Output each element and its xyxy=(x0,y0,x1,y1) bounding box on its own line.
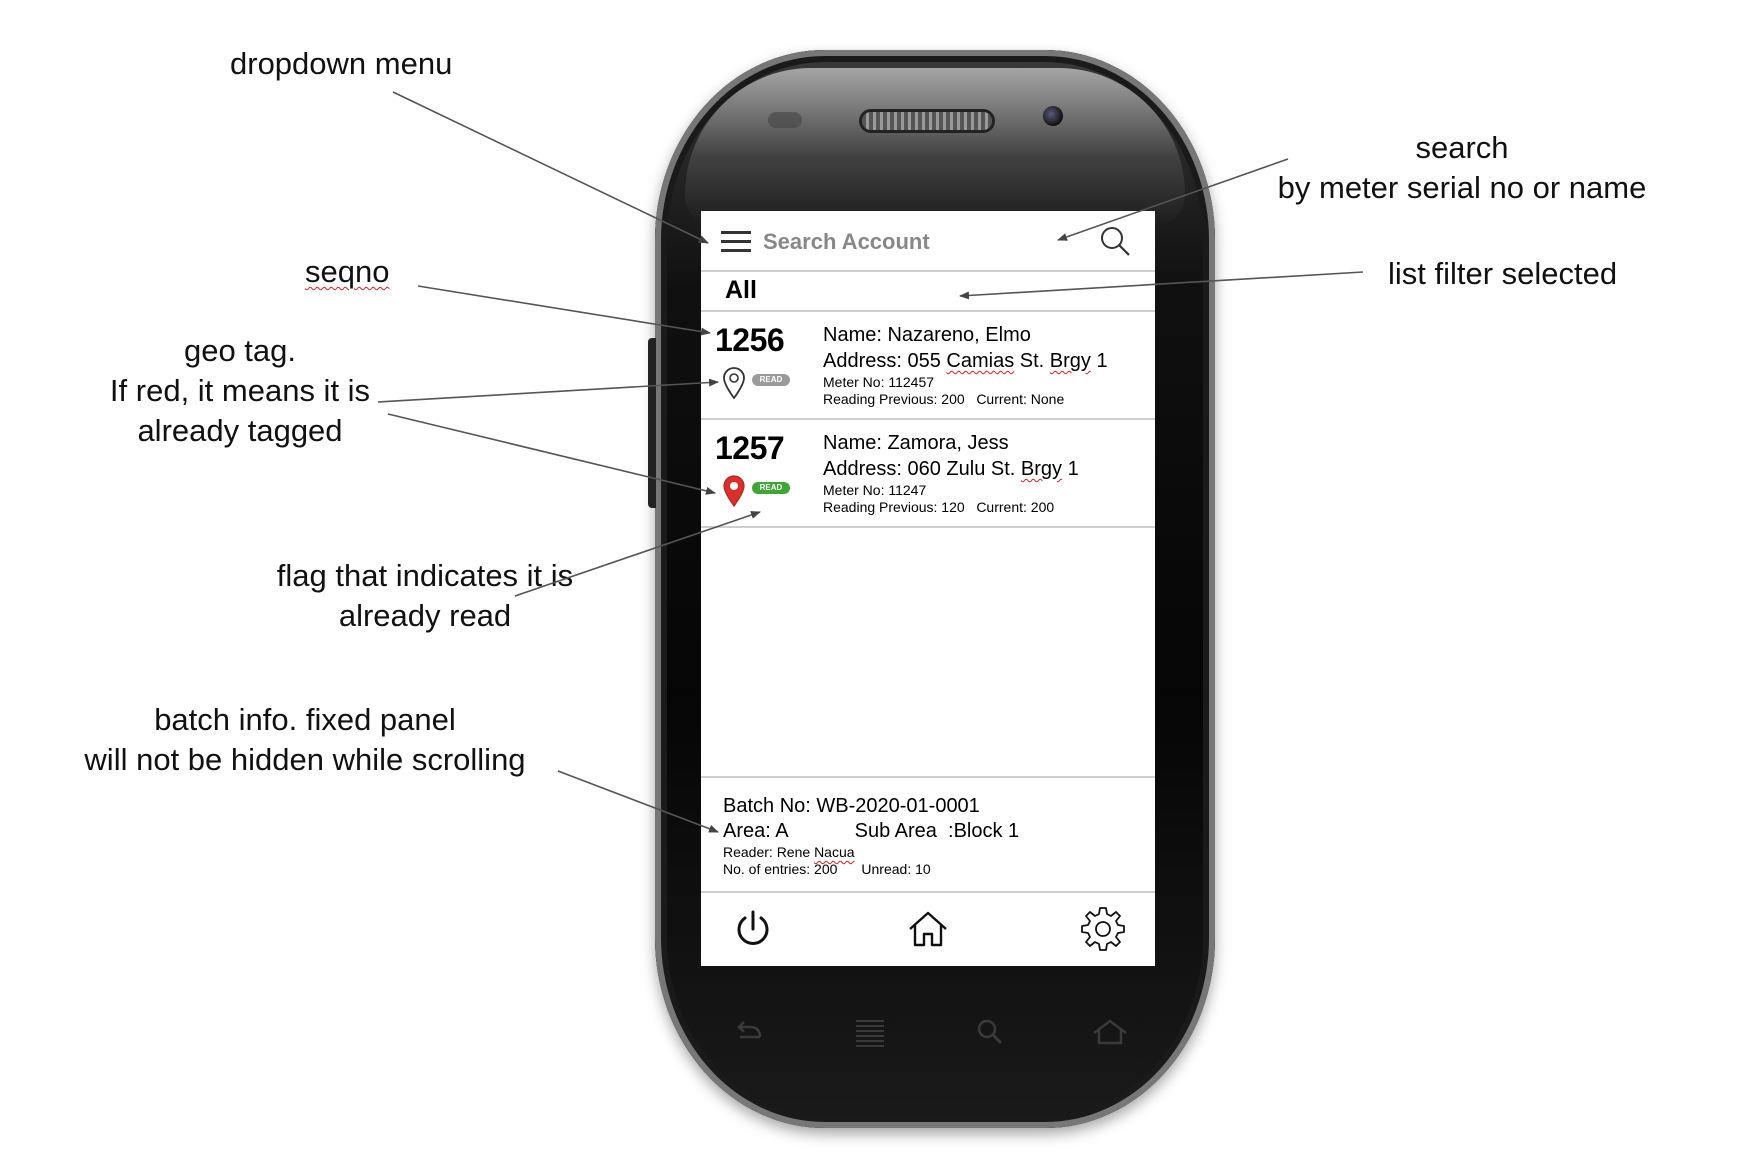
account-info: Name: Zamora, Jess Address: 060 Zulu St.… xyxy=(823,430,1149,516)
home-icon[interactable] xyxy=(906,907,950,951)
phone-gloss xyxy=(685,68,1185,228)
seqno: 1257 xyxy=(715,430,785,466)
batch-area: Area: A xyxy=(723,820,789,842)
account-meter-no: Meter No: 112457 xyxy=(823,374,935,390)
search-input[interactable] xyxy=(761,223,1065,261)
note-list-filter: list filter selected xyxy=(1388,256,1618,291)
batch-info-panel: Batch No: WB-2020-01-0001 Area: A Sub Are… xyxy=(701,776,1155,893)
batch-sub-area: Sub Area :Block 1 xyxy=(854,820,1020,842)
account-list: 1256 READ Name: Nazareno, Elmo Address: … xyxy=(701,312,1155,528)
phone-sensor xyxy=(768,112,802,128)
phone-camera xyxy=(1043,106,1063,126)
batch-counts: No. of entries: 200 Unread: 10 xyxy=(723,861,1019,878)
note-geo-tag: geo tag. If red, it means it is already … xyxy=(109,333,371,448)
search-icon[interactable] xyxy=(1098,224,1132,258)
account-meter-no: Meter No: 11247 xyxy=(823,482,927,498)
account-row[interactable]: 1256 READ Name: Nazareno, Elmo Address: … xyxy=(701,312,1155,420)
account-address: Address: 060 Zulu St. Brgy 1 xyxy=(823,458,1079,480)
account-name: Name: Zamora, Jess xyxy=(823,432,1009,454)
list-filter-bar[interactable]: All xyxy=(701,272,1155,312)
home-key-icon xyxy=(1093,1019,1127,1045)
list-filter-selected: All xyxy=(725,276,757,304)
batch-reader: Reader: Rene Nacua xyxy=(723,844,855,860)
account-reading: Reading Previous: 200 Current: None xyxy=(823,391,1065,407)
batch-area-line: Area: A Sub Area :Block 1 xyxy=(723,819,1019,844)
note-seqno: seqno xyxy=(305,254,390,289)
back-key-icon xyxy=(737,1021,762,1039)
read-flag-badge: READ xyxy=(752,482,790,494)
note-batch-info: batch info. fixed panel will not be hidd… xyxy=(84,702,526,777)
read-flag-badge: READ xyxy=(752,374,790,386)
geo-tag-pin-icon[interactable] xyxy=(721,366,747,400)
phone-side-button xyxy=(648,338,656,508)
bottom-nav xyxy=(701,892,1155,966)
seqno: 1256 xyxy=(715,322,785,358)
search-key-icon xyxy=(977,1019,1003,1045)
batch-unread: Unread: 10 xyxy=(861,861,931,877)
hamburger-menu-icon[interactable] xyxy=(719,225,755,257)
account-name: Name: Nazareno, Elmo xyxy=(823,324,1031,346)
power-icon[interactable] xyxy=(731,907,775,951)
note-search: search by meter serial no or name xyxy=(1277,130,1647,205)
account-row[interactable]: 1257 READ Name: Zamora, Jess Address: 06… xyxy=(701,420,1155,528)
note-read-flag: flag that indicates it is already read xyxy=(276,558,574,633)
gear-icon[interactable] xyxy=(1081,907,1125,951)
geo-tag-pin-icon[interactable] xyxy=(721,474,747,508)
app-screen: All 1256 READ Name: Nazareno, Elmo Addre… xyxy=(701,211,1155,966)
phone-hardware-keys xyxy=(730,1012,1130,1052)
account-info: Name: Nazareno, Elmo Address: 055 Camias… xyxy=(823,322,1149,408)
top-bar xyxy=(701,211,1155,272)
account-address: Address: 055 Camias St. Brgy 1 xyxy=(823,350,1108,372)
account-reading: Reading Previous: 120 Current: 200 xyxy=(823,499,1055,515)
menu-key-icon xyxy=(856,1020,884,1047)
phone-speaker xyxy=(862,112,992,130)
batch-entries: No. of entries: 200 xyxy=(723,861,838,877)
batch-no: Batch No: WB-2020-01-0001 xyxy=(723,795,980,817)
note-dropdown-menu: dropdown menu xyxy=(230,46,453,81)
